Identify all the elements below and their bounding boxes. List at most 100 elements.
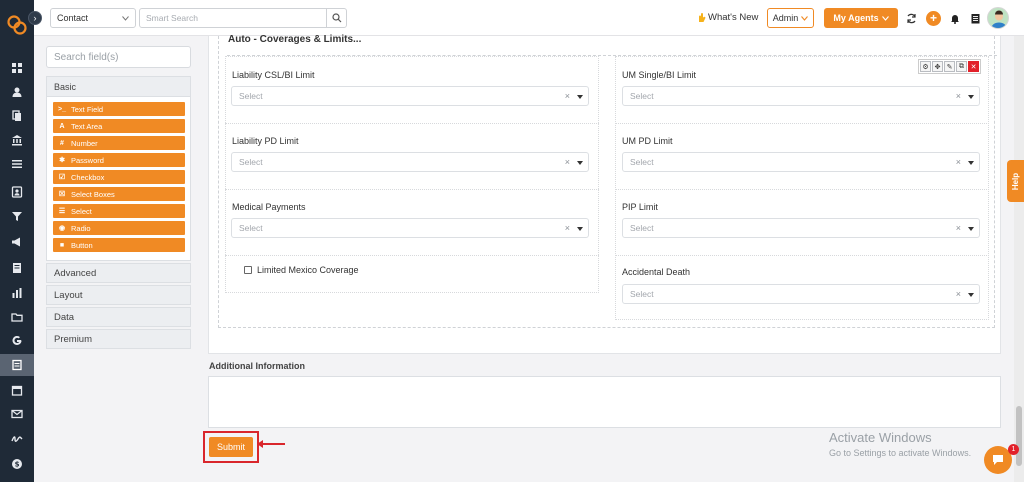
field-search-input[interactable] xyxy=(54,51,183,63)
basic-group: Basic >_ Text Field A Text Area # Number ✱ Pass… xyxy=(46,76,191,261)
help-tab[interactable]: Help xyxy=(1007,160,1024,202)
my-agents-label: My Agents xyxy=(833,13,879,23)
edit-json-icon[interactable]: ✎ xyxy=(944,61,955,72)
clear-icon[interactable]: × xyxy=(565,157,570,167)
row-divider xyxy=(615,255,989,256)
field-label: Accidental Death xyxy=(622,267,691,277)
row-divider xyxy=(225,123,599,124)
layout-group-header[interactable]: Layout xyxy=(46,285,191,305)
bell-icon[interactable] xyxy=(948,11,962,25)
whats-new-label: What's New xyxy=(708,12,759,23)
app-sidebar: $ xyxy=(0,0,34,482)
dashboard-icon[interactable] xyxy=(0,57,34,79)
watermark-line-1: Activate Windows xyxy=(829,430,932,445)
caret-down-icon xyxy=(577,161,583,165)
my-agents-button[interactable]: My Agents xyxy=(824,8,898,28)
component-password[interactable]: ✱ Password xyxy=(53,153,185,167)
clear-icon[interactable]: × xyxy=(956,223,961,233)
move-icon[interactable]: ✥ xyxy=(932,61,943,72)
accidental-death-select[interactable]: Select × xyxy=(622,284,980,304)
contacts-icon[interactable] xyxy=(0,81,34,103)
data-group-header[interactable]: Data xyxy=(46,307,191,327)
hand-icon xyxy=(699,13,706,22)
component-number[interactable]: # Number xyxy=(53,136,185,150)
search-button[interactable] xyxy=(326,9,346,27)
basic-group-header[interactable]: Basic xyxy=(47,77,190,97)
component-label: Password xyxy=(71,155,104,165)
google-icon[interactable] xyxy=(0,330,34,352)
app-logo-icon[interactable] xyxy=(6,14,28,36)
notes-icon[interactable] xyxy=(0,257,34,279)
um-single-select[interactable]: Select × xyxy=(622,86,980,106)
pip-limit-select[interactable]: Select × xyxy=(622,218,980,238)
chevron-down-icon xyxy=(122,15,129,21)
page-scrollbar[interactable] xyxy=(1014,36,1024,482)
megaphone-icon[interactable] xyxy=(0,231,34,253)
clipboard-icon[interactable] xyxy=(968,11,982,25)
smart-search-input[interactable] xyxy=(140,9,326,27)
liability-pd-select[interactable]: Select × xyxy=(231,152,589,172)
settings-gear-icon[interactable]: ⚙ xyxy=(920,61,931,72)
admin-dropdown[interactable]: Admin xyxy=(767,8,814,28)
smart-search xyxy=(139,8,347,28)
component-label: Select Boxes xyxy=(71,189,115,199)
component-label: Checkbox xyxy=(71,172,105,182)
folder-icon[interactable] xyxy=(0,306,34,328)
limited-mexico-coverage-checkbox[interactable]: Limited Mexico Coverage xyxy=(244,265,359,275)
reports-icon[interactable] xyxy=(0,282,34,304)
caret-down-icon xyxy=(577,95,583,99)
sidebar-toggle-chevron-icon[interactable]: › xyxy=(28,11,42,25)
checkbox-box[interactable] xyxy=(244,266,252,274)
component-checkbox[interactable]: ☑ Checkbox xyxy=(53,170,185,184)
remove-icon[interactable]: ✕ xyxy=(968,61,979,72)
component-toolbox: ⚙ ✥ ✎ ⧉ ✕ xyxy=(918,59,981,74)
form-builder-icon[interactable] xyxy=(0,354,34,376)
premium-group-header[interactable]: Premium xyxy=(46,329,191,349)
component-radio[interactable]: ◉ Radio xyxy=(53,221,185,235)
scrollbar-thumb[interactable] xyxy=(1016,406,1022,466)
billing-icon[interactable]: $ xyxy=(0,453,34,475)
select-placeholder: Select xyxy=(239,223,263,233)
contact-card-icon[interactable] xyxy=(0,181,34,203)
liability-csl-select[interactable]: Select × xyxy=(231,86,589,106)
caret-down-icon xyxy=(968,161,974,165)
refresh-icon[interactable] xyxy=(904,11,918,25)
component-select-boxes[interactable]: ☒ Select Boxes xyxy=(53,187,185,201)
whats-new-link[interactable]: What's New xyxy=(696,12,758,23)
component-text-area[interactable]: A Text Area xyxy=(53,119,185,133)
component-label: Select xyxy=(71,206,92,216)
contact-type-select[interactable]: Contact xyxy=(50,8,136,28)
component-label: Button xyxy=(71,240,93,250)
component-text-field[interactable]: >_ Text Field xyxy=(53,102,185,116)
component-select[interactable]: ☰ Select xyxy=(53,204,185,218)
row-divider xyxy=(225,189,599,190)
additional-info-textarea[interactable] xyxy=(208,376,1001,428)
signature-icon[interactable] xyxy=(0,428,34,450)
mail-icon[interactable] xyxy=(0,403,34,425)
advanced-group-header[interactable]: Advanced xyxy=(46,263,191,283)
section-title: Auto - Coverages & Limits... xyxy=(228,34,362,45)
copy-icon[interactable]: ⧉ xyxy=(956,61,967,72)
clear-icon[interactable]: × xyxy=(565,91,570,101)
clear-icon[interactable]: × xyxy=(956,157,961,167)
caret-down-icon xyxy=(968,95,974,99)
user-avatar[interactable] xyxy=(987,7,1009,29)
quick-add-plus-icon[interactable]: + xyxy=(926,11,941,26)
field-label: UM PD Limit xyxy=(622,136,673,146)
submit-button[interactable]: Submit xyxy=(209,437,253,457)
component-button[interactable]: ■ Button xyxy=(53,238,185,252)
component-glyph-icon: ◉ xyxy=(58,225,66,232)
component-label: Radio xyxy=(71,223,91,233)
field-search-box xyxy=(46,46,191,68)
um-pd-select[interactable]: Select × xyxy=(622,152,980,172)
clear-icon[interactable]: × xyxy=(956,91,961,101)
clear-icon[interactable]: × xyxy=(565,223,570,233)
clear-icon[interactable]: × xyxy=(956,289,961,299)
documents-icon[interactable] xyxy=(0,105,34,127)
calendar-icon[interactable] xyxy=(0,379,34,401)
list-icon[interactable] xyxy=(0,153,34,175)
top-bar: Contact What's New Admin My Agents + xyxy=(34,0,1024,36)
bank-icon[interactable] xyxy=(0,129,34,151)
filter-icon[interactable] xyxy=(0,205,34,227)
medical-payments-select[interactable]: Select × xyxy=(231,218,589,238)
